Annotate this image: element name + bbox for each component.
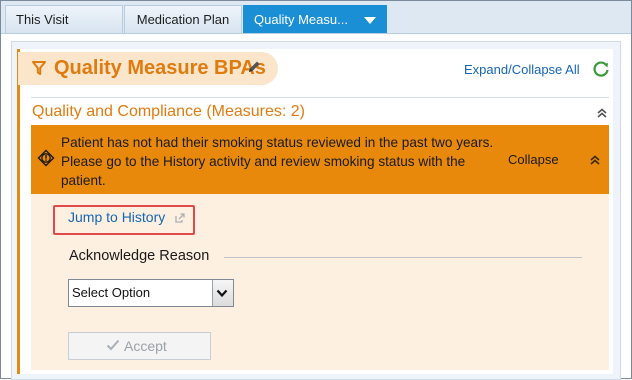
tab-label: This Visit bbox=[16, 12, 69, 27]
group-header[interactable]: Quality and Compliance (Measures: 2) bbox=[32, 103, 305, 121]
double-chevron-up-icon[interactable] bbox=[588, 153, 602, 167]
caret-down-icon[interactable] bbox=[364, 17, 376, 24]
page-title: Quality Measure BPAs bbox=[54, 57, 266, 79]
accept-label: Accept bbox=[124, 338, 167, 354]
tab-label: Quality Measu... bbox=[254, 12, 348, 27]
tab-label: Medication Plan bbox=[136, 12, 230, 27]
tab-this-visit[interactable]: This Visit bbox=[5, 5, 123, 33]
tab-bar: This Visit Medication Plan Quality Measu… bbox=[1, 1, 631, 34]
tab-quality-measures[interactable]: Quality Measu... bbox=[243, 5, 387, 33]
pencil-icon[interactable] bbox=[246, 59, 262, 75]
select-value: Select Option bbox=[72, 285, 151, 300]
alert-message: Patient has not had their smoking status… bbox=[61, 135, 494, 188]
expand-collapse-all-link[interactable]: Expand/Collapse All bbox=[464, 62, 580, 77]
refresh-icon[interactable] bbox=[591, 59, 611, 79]
divider bbox=[31, 97, 609, 98]
chevron-down-icon bbox=[216, 289, 228, 298]
jump-to-history-link[interactable]: Jump to History bbox=[68, 209, 165, 225]
double-chevron-up-icon[interactable] bbox=[595, 106, 609, 120]
divider bbox=[224, 257, 582, 258]
check-icon bbox=[106, 339, 120, 351]
acknowledge-reason-label: Acknowledge Reason bbox=[69, 248, 210, 264]
funnel-icon[interactable] bbox=[32, 60, 46, 76]
tab-medication-plan[interactable]: Medication Plan bbox=[124, 5, 242, 33]
collapse-link[interactable]: Collapse bbox=[508, 152, 559, 167]
external-link-icon[interactable] bbox=[175, 213, 185, 223]
warning-icon bbox=[37, 149, 55, 167]
